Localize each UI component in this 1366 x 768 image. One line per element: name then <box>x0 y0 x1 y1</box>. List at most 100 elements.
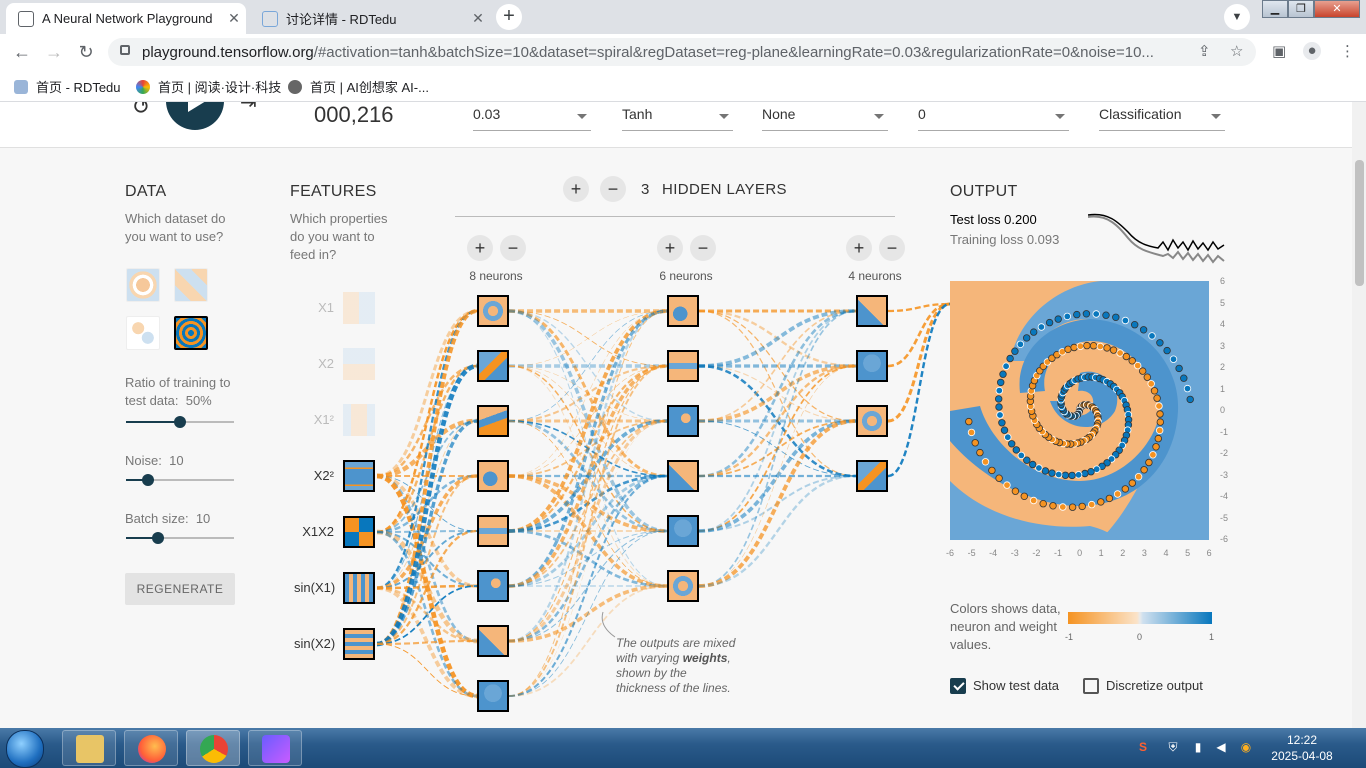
add-neuron-layer2-button[interactable]: + <box>657 235 683 261</box>
feature-sin-x2-toggle[interactable] <box>343 628 375 660</box>
regenerate-button[interactable]: REGENERATE <box>125 573 235 605</box>
feature-x2-squared-toggle[interactable] <box>343 460 375 492</box>
data-point <box>1029 496 1038 505</box>
neuron-l1-7[interactable] <box>477 625 509 657</box>
neuron-l1-6[interactable] <box>477 570 509 602</box>
data-point <box>995 474 1003 482</box>
y-tick: -6 <box>1220 534 1229 544</box>
reload-icon[interactable]: ↻ <box>74 40 98 64</box>
colors-description: Colors shows data, neuron and weight val… <box>950 601 1061 652</box>
slider-knob[interactable] <box>174 416 186 428</box>
batch-size-slider[interactable] <box>126 532 234 544</box>
neuron-l3-4[interactable] <box>856 460 888 492</box>
feature-x1-squared-toggle[interactable] <box>343 404 375 436</box>
back-arrow-icon[interactable]: ← <box>10 40 34 64</box>
neuron-l1-5[interactable] <box>477 515 509 547</box>
discretize-output-checkbox[interactable] <box>1083 678 1099 694</box>
volume-icon[interactable]: ◀ <box>1213 740 1229 756</box>
start-button[interactable] <box>6 730 44 768</box>
explorer-taskbar-button[interactable] <box>62 730 116 766</box>
close-icon[interactable]: ✕ <box>466 10 490 27</box>
data-point <box>1169 355 1178 363</box>
bookmark-design[interactable]: 首页 | 阅读·设计·科技 <box>136 77 281 96</box>
neuron-l3-1[interactable] <box>856 295 888 327</box>
data-point <box>1041 467 1050 475</box>
browser-tab-bar: A Neural Network Playground ✕ 讨论详情 - RDT… <box>0 0 1366 34</box>
data-point <box>1112 313 1120 321</box>
share-icon[interactable]: ⇪ <box>1198 42 1211 60</box>
address-bar[interactable]: playground.tensorflow.org/#activation=ta… <box>108 38 1256 66</box>
firefox-taskbar-button[interactable] <box>124 730 178 766</box>
security-shield-icon[interactable]: ⛨ <box>1165 740 1181 756</box>
neuron-l2-1[interactable] <box>667 295 699 327</box>
data-point <box>1140 466 1148 474</box>
data-point <box>1059 503 1067 511</box>
feature-sin-x1-toggle[interactable] <box>343 572 375 604</box>
add-neuron-layer1-button[interactable]: + <box>467 235 493 261</box>
feature-x1x2-toggle[interactable] <box>343 516 375 548</box>
dataset-xor-thumb[interactable] <box>174 268 208 302</box>
neuron-l3-2[interactable] <box>856 350 888 382</box>
bookmark-rdtedu[interactable]: 首页 - RDTedu <box>14 77 121 96</box>
bookmark-ai[interactable]: 首页 | AI创想家 AI-... <box>288 77 429 96</box>
feature-x1-toggle[interactable] <box>343 292 375 324</box>
ratio-slider[interactable] <box>126 416 234 428</box>
remove-neuron-layer3-button[interactable]: − <box>879 235 905 261</box>
tab-search-chevron-icon[interactable]: ▼ <box>1224 4 1250 30</box>
tray-app-icon[interactable]: ◉ <box>1238 740 1254 756</box>
network-icon[interactable]: ▮ <box>1190 740 1206 756</box>
remove-neuron-layer2-button[interactable]: − <box>690 235 716 261</box>
side-panel-icon[interactable]: ▣ <box>1272 42 1286 60</box>
neuron-l2-3[interactable] <box>667 405 699 437</box>
neuron-l1-4[interactable] <box>477 460 509 492</box>
neuron-l3-3[interactable] <box>856 405 888 437</box>
window-close-button[interactable]: ✕ <box>1314 0 1360 18</box>
data-point <box>1017 451 1025 460</box>
slider-knob[interactable] <box>141 474 154 486</box>
profile-avatar-icon[interactable]: ● <box>1303 42 1321 60</box>
neuron-l1-1[interactable] <box>477 295 509 327</box>
data-point <box>1153 394 1161 402</box>
bookmark-star-icon[interactable]: ☆ <box>1230 42 1243 60</box>
chrome-taskbar-button[interactable] <box>186 730 240 766</box>
taskbar-clock[interactable]: 12:22 2025-04-08 <box>1262 732 1342 764</box>
y-tick: 6 <box>1220 276 1226 286</box>
app-taskbar-button[interactable] <box>248 730 302 766</box>
batch-label: Batch size: 10 <box>125 510 210 528</box>
data-point <box>1076 342 1085 350</box>
new-tab-button[interactable]: + <box>496 4 522 30</box>
add-layer-button[interactable]: + <box>563 176 589 202</box>
neuron-l2-4[interactable] <box>667 460 699 492</box>
show-test-data-checkbox[interactable] <box>950 678 966 694</box>
neuron-l1-2[interactable] <box>477 350 509 382</box>
neuron-l2-2[interactable] <box>667 350 699 382</box>
maximize-button[interactable]: ❐ <box>1288 0 1314 18</box>
neuron-l2-6[interactable] <box>667 570 699 602</box>
y-tick: -4 <box>1220 491 1229 501</box>
dataset-gaussian-thumb[interactable] <box>126 316 160 350</box>
neuron-l1-3[interactable] <box>477 405 509 437</box>
data-point <box>1048 469 1056 477</box>
page-scrollbar[interactable] <box>1352 102 1366 728</box>
neuron-l1-8[interactable] <box>477 680 509 712</box>
feature-x2-toggle[interactable] <box>343 348 375 380</box>
dataset-circle-thumb[interactable] <box>126 268 160 302</box>
url-text[interactable]: playground.tensorflow.org/#activation=ta… <box>142 44 1192 61</box>
close-icon[interactable]: ✕ <box>222 10 246 27</box>
colorbar-tick-mid: 0 <box>1137 632 1143 642</box>
data-point <box>999 370 1007 378</box>
dataset-spiral-thumb[interactable] <box>174 316 208 350</box>
neuron-l2-5[interactable] <box>667 515 699 547</box>
remove-layer-button[interactable]: − <box>600 176 626 202</box>
menu-dots-icon[interactable]: ⋮ <box>1340 42 1355 60</box>
noise-slider[interactable] <box>126 474 234 486</box>
tab-rdtedu[interactable]: 讨论详情 - RDTedu ✕ <box>250 3 490 34</box>
tab-playground[interactable]: A Neural Network Playground ✕ <box>6 3 246 34</box>
scrollbar-thumb[interactable] <box>1355 160 1364 286</box>
input-method-icon[interactable]: S <box>1135 740 1151 756</box>
forward-arrow-icon[interactable]: → <box>42 40 66 64</box>
add-neuron-layer3-button[interactable]: + <box>846 235 872 261</box>
noise-value: 10 <box>169 453 184 468</box>
remove-neuron-layer1-button[interactable]: − <box>500 235 526 261</box>
minimize-button[interactable]: ▁ <box>1262 0 1288 18</box>
